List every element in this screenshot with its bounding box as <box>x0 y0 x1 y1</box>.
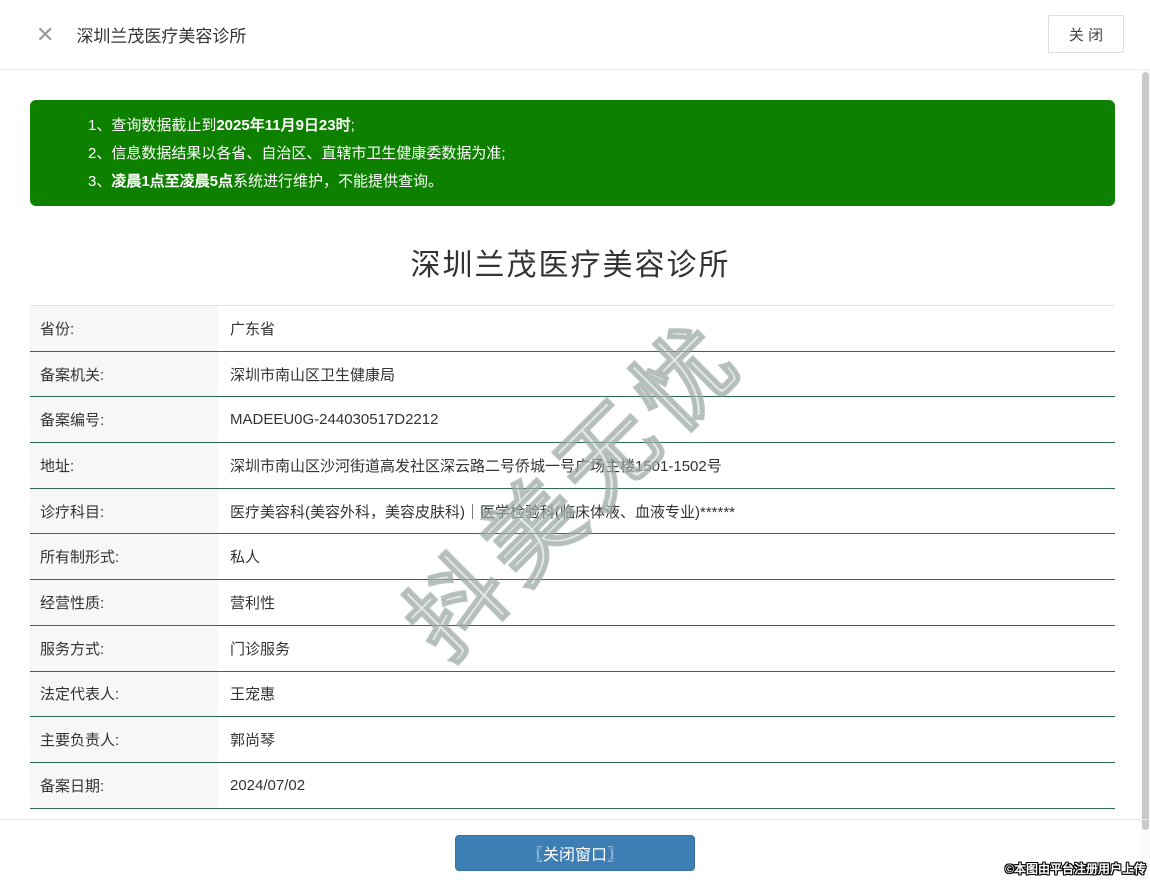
table-row-address: 地址: 深圳市南山区沙河街道高发社区深云路二号侨城一号广场主楼1501-1502… <box>30 443 1115 489</box>
close-x-icon[interactable]: ✕ <box>36 23 54 46</box>
table-row-filing-date: 备案日期: 2024/07/02 <box>30 762 1115 809</box>
table-row-filing-authority: 备案机关: 深圳市南山区卫生健康局 <box>30 351 1115 398</box>
scrollbar-thumb[interactable] <box>1142 72 1149 830</box>
modal-title: 深圳兰茂医疗美容诊所 <box>76 27 247 46</box>
row-value: 深圳市南山区卫生健康局 <box>230 366 396 384</box>
close-window-button[interactable]: 〖关闭窗口〗 <box>455 835 695 871</box>
table-row-ownership: 所有制形式: 私人 <box>30 534 1115 581</box>
row-label: 所有制形式: <box>30 534 218 580</box>
row-label: 诊疗科目: <box>30 488 218 534</box>
row-label: 主要负责人: <box>30 717 218 762</box>
row-label: 法定代表人: <box>30 671 218 717</box>
row-value: 广东省 <box>230 320 276 338</box>
modal-header: ✕ 深圳兰茂医疗美容诊所 关 闭 <box>0 0 1150 70</box>
row-value: 深圳市南山区沙河街道高发社区深云路二号侨城一号广场主楼1501-1502号 <box>230 457 722 475</box>
table-row-business-nature: 经营性质: 营利性 <box>30 580 1115 626</box>
page-content: 1、查询数据截止到2025年11月9日23时; 2、信息数据结果以各省、自治区、… <box>0 71 1141 809</box>
scrollbar-track[interactable] <box>1141 71 1150 880</box>
row-label: 地址: <box>30 443 218 488</box>
row-value: 门诊服务 <box>230 640 291 658</box>
copyright-note: ©本图由平台注册用户上传 <box>1005 862 1146 876</box>
table-row-person-in-charge: 主要负责人: 郭尚琴 <box>30 717 1115 763</box>
table-row-filing-number: 备案编号: MADEEU0G-244030517D2212 <box>30 397 1115 444</box>
table-row-service-mode: 服务方式: 门诊服务 <box>30 625 1115 672</box>
notice-line-2: 2、信息数据结果以各省、自治区、直辖市卫生健康委数据为准; <box>88 145 506 162</box>
row-value: 医疗美容科(美容外科，美容皮肤科)｜医学检验科(临床体液、血液专业)****** <box>230 503 736 521</box>
row-label: 备案日期: <box>30 762 218 808</box>
row-value: 营利性 <box>230 594 276 612</box>
row-label: 经营性质: <box>30 580 218 625</box>
footer-area: 〖关闭窗口〗 <box>0 835 1150 871</box>
row-value: 2024/07/02 <box>230 776 306 794</box>
detail-table: 省份: 广东省 备案机关: 深圳市南山区卫生健康局 备案编号: MADEEU0G… <box>30 305 1115 809</box>
notice-line-1: 1、查询数据截止到2025年11月9日23时; <box>88 117 355 134</box>
row-label: 备案机关: <box>30 351 218 397</box>
table-row-province: 省份: 广东省 <box>30 306 1115 352</box>
row-value: MADEEU0G-244030517D2212 <box>230 411 439 429</box>
footer-divider <box>0 819 1150 820</box>
table-row-departments: 诊疗科目: 医疗美容科(美容外科，美容皮肤科)｜医学检验科(临床体液、血液专业)… <box>30 488 1115 535</box>
row-label: 省份: <box>30 306 218 351</box>
row-value: 郭尚琴 <box>230 732 276 750</box>
notice-box: 1、查询数据截止到2025年11月9日23时; 2、信息数据结果以各省、自治区、… <box>30 100 1115 206</box>
table-row-legal-representative: 法定代表人: 王宠惠 <box>30 671 1115 718</box>
row-value: 私人 <box>230 549 261 567</box>
close-button[interactable]: 关 闭 <box>1048 15 1124 53</box>
page-title: 深圳兰茂医疗美容诊所 <box>410 249 731 282</box>
row-label: 备案编号: <box>30 397 218 443</box>
notice-line-3: 3、凌晨1点至凌晨5点系统进行维护，不能提供查询。 <box>88 173 444 190</box>
row-label: 服务方式: <box>30 625 218 671</box>
row-value: 王宠惠 <box>230 686 276 704</box>
